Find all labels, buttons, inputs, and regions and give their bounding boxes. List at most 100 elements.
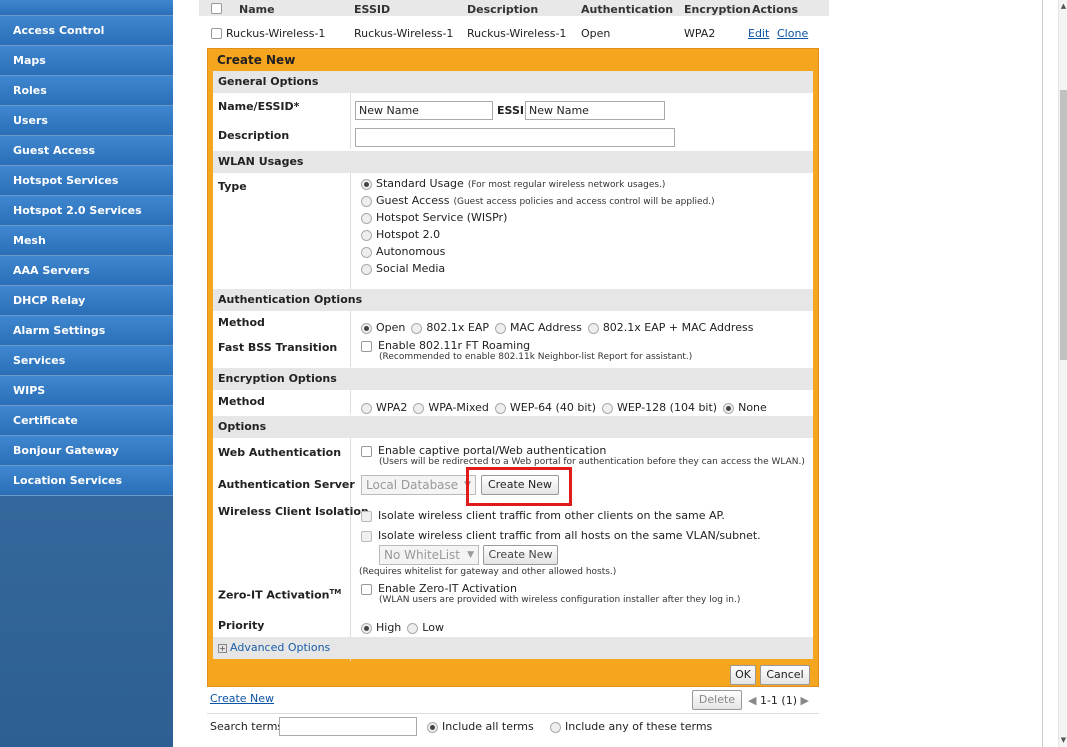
usage-radio[interactable] [361, 178, 372, 190]
encryption-method-radio[interactable] [723, 402, 735, 414]
vertical-scrollbar[interactable]: ▲ ▼ [1058, 0, 1067, 747]
scroll-down-icon[interactable]: ▼ [1059, 736, 1067, 744]
sidebar-item-certificate[interactable]: Certificate [0, 406, 173, 436]
usage-option[interactable]: Hotspot 2.0 [361, 228, 440, 241]
fbt-label: Fast BSS Transition [218, 341, 338, 354]
usage-radio[interactable] [361, 246, 372, 258]
auth-method-option[interactable]: MAC Address [495, 321, 582, 334]
advanced-options-toggle[interactable]: + Advanced Options [213, 637, 813, 659]
create-new-link[interactable]: Create New [210, 692, 274, 705]
priority-option[interactable]: Low [407, 621, 444, 634]
sidebar-item-mesh[interactable]: Mesh [0, 226, 173, 256]
encryption-method-radio[interactable] [494, 402, 506, 414]
sidebar-item-guest-access[interactable]: Guest Access [0, 136, 173, 166]
zero-it-option[interactable]: Enable Zero-IT Activation [361, 582, 517, 595]
whitelist-select[interactable]: No WhiteList ▼ [379, 545, 479, 565]
scrollbar-thumb[interactable] [1060, 90, 1067, 360]
sidebar-item-hotspot-services[interactable]: Hotspot Services [0, 166, 173, 196]
clone-link[interactable]: Clone [777, 23, 808, 45]
include-all-option[interactable]: Include all terms [427, 720, 534, 733]
auth-method-option[interactable]: Open [361, 321, 405, 334]
sidebar-item-maps[interactable]: Maps [0, 46, 173, 76]
usage-option[interactable]: Autonomous [361, 245, 445, 258]
sidebar-item-wips[interactable]: WIPS [0, 376, 173, 406]
usage-radio[interactable] [361, 229, 372, 241]
encryption-method-option[interactable]: WPA-Mixed [413, 401, 489, 414]
row-checkbox[interactable] [211, 28, 222, 39]
usage-radio[interactable] [361, 195, 372, 207]
description-input[interactable] [355, 128, 675, 147]
usage-option[interactable]: Guest Access (Guest access policies and a… [361, 194, 715, 207]
priority-radio[interactable] [407, 622, 419, 634]
sidebar-item-aaa-servers[interactable]: AAA Servers [0, 256, 173, 286]
encryption-method-option[interactable]: WEP-128 (104 bit) [601, 401, 717, 414]
sidebar-item-services[interactable]: Services [0, 346, 173, 376]
sidebar-item-access-control[interactable]: Access Control [0, 16, 173, 46]
prev-page-icon[interactable]: ◀ [748, 694, 756, 707]
sidebar-top-item[interactable] [0, 0, 173, 16]
web-auth-text: Enable captive portal/Web authentication [378, 444, 607, 457]
advanced-options-text: Advanced Options [230, 641, 331, 654]
encryption-method-radio[interactable] [413, 402, 425, 414]
search-input[interactable] [279, 717, 417, 736]
cancel-button[interactable]: Cancel [760, 665, 810, 685]
web-auth-checkbox[interactable] [361, 445, 372, 457]
expand-icon[interactable]: + [218, 644, 227, 653]
select-all-checkbox[interactable] [211, 3, 222, 14]
sidebar-item-users[interactable]: Users [0, 106, 173, 136]
isolation-2-checkbox[interactable] [361, 530, 372, 542]
include-any-option[interactable]: Include any of these terms [550, 720, 712, 733]
next-page-icon[interactable]: ▶ [801, 694, 809, 707]
sidebar-item-location-services[interactable]: Location Services [0, 466, 173, 496]
encryption-method-option[interactable]: None [723, 401, 767, 414]
fbt-checkbox[interactable] [361, 340, 372, 352]
usage-radio[interactable] [361, 212, 372, 224]
scroll-up-icon[interactable]: ▲ [1059, 2, 1067, 10]
col-header-name[interactable]: Name [239, 4, 275, 16]
priority-option[interactable]: High [361, 621, 401, 634]
auth-method-radio[interactable] [411, 322, 423, 334]
delete-button[interactable]: Delete [692, 690, 742, 710]
ok-button[interactable]: OK [730, 665, 756, 685]
zero-it-checkbox[interactable] [361, 583, 372, 595]
include-all-radio[interactable] [427, 721, 438, 733]
auth-server-select[interactable]: Local Database ▼ [361, 475, 476, 495]
column-divider [350, 93, 351, 149]
sidebar-item-bonjour-gateway[interactable]: Bonjour Gateway [0, 436, 173, 466]
sidebar-item-alarm-settings[interactable]: Alarm Settings [0, 316, 173, 346]
encryption-method-option[interactable]: WEP-64 (40 bit) [494, 401, 596, 414]
encryption-method-option[interactable]: WPA2 [361, 401, 407, 414]
col-header-authentication[interactable]: Authentication [581, 4, 673, 16]
col-header-description[interactable]: Description [467, 4, 538, 16]
encryption-method-radio[interactable] [361, 402, 372, 414]
usage-option[interactable]: Social Media [361, 262, 445, 275]
priority-radio[interactable] [361, 622, 372, 634]
auth-method-option[interactable]: 802.1x EAP + MAC Address [587, 321, 753, 334]
include-any-radio[interactable] [550, 721, 561, 733]
name-input[interactable] [355, 101, 493, 120]
auth-method-radio[interactable] [495, 322, 506, 334]
isolation-option-1[interactable]: Isolate wireless client traffic from oth… [361, 509, 725, 522]
encryption-method-radio[interactable] [601, 402, 613, 414]
whitelist-create-new-button[interactable]: Create New [483, 545, 558, 565]
web-auth-note: (Users will be redirected to a Web porta… [379, 457, 805, 467]
sidebar-item-hotspot-2-0-services[interactable]: Hotspot 2.0 Services [0, 196, 173, 226]
usage-option[interactable]: Standard Usage (For most regular wireless… [361, 177, 665, 190]
sidebar-item-roles[interactable]: Roles [0, 76, 173, 106]
web-auth-option[interactable]: Enable captive portal/Web authentication [361, 444, 606, 457]
essid-input[interactable] [525, 101, 665, 120]
fbt-option[interactable]: Enable 802.11r FT Roaming [361, 339, 530, 352]
col-header-essid[interactable]: ESSID [354, 4, 390, 16]
col-header-encryption[interactable]: Encryption [684, 4, 751, 16]
dropdown-arrow-icon: ▼ [467, 550, 474, 560]
isolation-1-checkbox[interactable] [361, 510, 372, 522]
edit-link[interactable]: Edit [748, 23, 769, 45]
auth-method-option[interactable]: 802.1x EAP [411, 321, 489, 334]
auth-method-radio[interactable] [587, 322, 599, 334]
usage-radio[interactable] [361, 263, 372, 275]
section-general: General Options [213, 71, 813, 93]
isolation-option-2[interactable]: Isolate wireless client traffic from all… [361, 529, 761, 542]
usage-option[interactable]: Hotspot Service (WISPr) [361, 211, 507, 224]
auth-method-radio[interactable] [361, 322, 372, 334]
sidebar-item-dhcp-relay[interactable]: DHCP Relay [0, 286, 173, 316]
